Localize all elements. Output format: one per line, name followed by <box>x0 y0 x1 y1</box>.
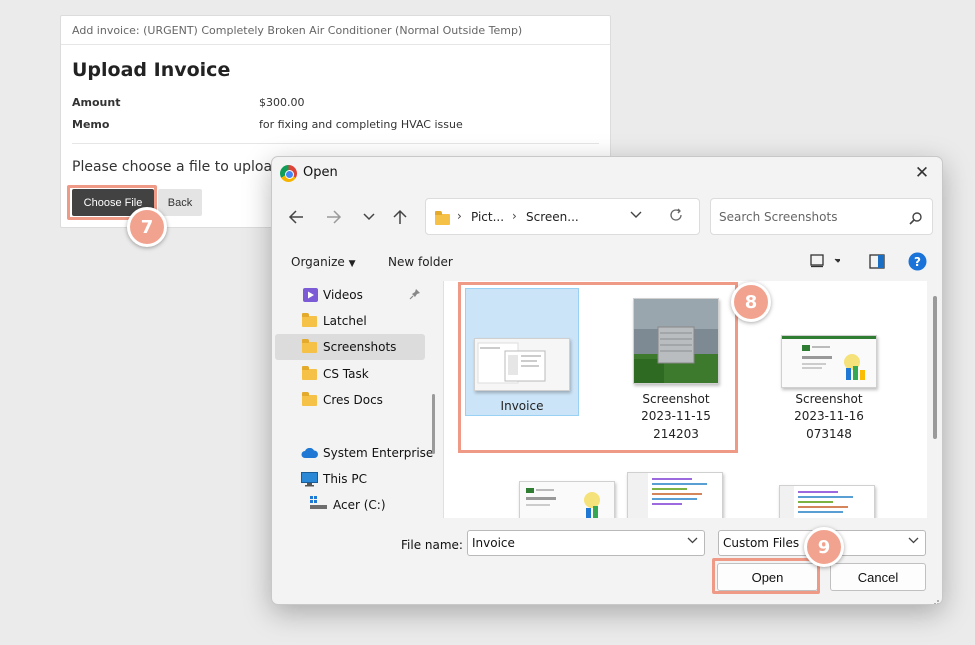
folder-icon <box>302 339 317 353</box>
chevron-down-icon[interactable] <box>687 536 698 547</box>
search-icon <box>909 210 923 225</box>
nav-item-latchel[interactable]: Latchel <box>275 308 425 334</box>
navigation-pane: Videos Latchel Screenshots CS Task Cres … <box>272 281 434 518</box>
card-header: Add invoice: (URGENT) Completely Broken … <box>61 16 610 45</box>
folder-icon <box>435 211 450 225</box>
drive-icon <box>310 496 327 513</box>
nav-item-cres-docs[interactable]: Cres Docs <box>275 387 425 413</box>
nav-item-system-enterprise[interactable]: System Enterprise <box>275 440 434 466</box>
pc-icon <box>301 472 318 490</box>
file-thumbnail <box>781 335 877 388</box>
files-highlight <box>458 282 738 453</box>
close-icon[interactable]: ✕ <box>910 161 934 185</box>
help-icon[interactable]: ? <box>908 252 927 274</box>
breadcrumb-screenshots[interactable]: Screen... <box>526 210 579 224</box>
file-name-label: File name: <box>401 538 463 552</box>
chrome-icon <box>280 165 297 182</box>
command-bar: Organize ▼ New folder ? <box>272 245 942 281</box>
nav-item-screenshots[interactable]: Screenshots <box>275 334 425 360</box>
search-input[interactable]: Search Screenshots <box>710 198 933 235</box>
back-button[interactable]: Back <box>158 189 202 216</box>
refresh-icon[interactable] <box>669 208 683 225</box>
nav-item-label: System Enterprise <box>323 446 434 460</box>
dialog-title: Open <box>303 165 338 180</box>
nav-item-videos[interactable]: Videos <box>275 282 425 308</box>
file-name-line: 2023-11-16 <box>794 409 864 423</box>
file-type-value: Custom Files <box>723 536 800 550</box>
step-badge-9: 9 <box>804 527 844 567</box>
nav-item-label: CS Task <box>323 367 369 381</box>
file-list-scrollbar[interactable] <box>933 296 937 439</box>
file-name-line: Screenshot <box>795 392 863 406</box>
nav-item-this-pc[interactable]: This PC <box>275 466 425 492</box>
nav-item-label: Videos <box>323 288 363 302</box>
back-arrow-icon[interactable] <box>285 206 307 228</box>
file-name-value: Invoice <box>472 536 515 550</box>
address-bar[interactable]: › Pict... › Screen... <box>425 198 700 235</box>
file-thumbnail[interactable] <box>627 472 723 518</box>
chevron-down-icon[interactable] <box>630 208 642 222</box>
pin-icon <box>409 288 421 303</box>
dialog-titlebar: Open ✕ <box>272 157 942 189</box>
search-placeholder: Search Screenshots <box>719 210 838 224</box>
recent-chevron-icon[interactable] <box>358 206 380 228</box>
cloud-icon <box>301 447 319 462</box>
nav-item-label: Latchel <box>323 314 367 328</box>
nav-item-label: Screenshots <box>323 340 397 354</box>
file-thumbnail[interactable] <box>519 481 615 518</box>
cancel-button[interactable]: Cancel <box>830 563 926 591</box>
nav-item-acer-c[interactable]: Acer (C:) <box>275 492 425 518</box>
amount-label: Amount <box>72 96 121 109</box>
upload-prompt: Please choose a file to upload. <box>72 159 286 175</box>
divider <box>72 143 599 144</box>
breadcrumb-pictures[interactable]: Pict... <box>471 210 504 224</box>
organize-menu[interactable]: Organize ▼ <box>291 255 356 269</box>
memo-label: Memo <box>72 118 110 131</box>
organize-label: Organize <box>291 255 345 269</box>
step-badge-8: 8 <box>731 282 771 322</box>
file-thumbnail[interactable] <box>779 485 875 518</box>
dialog-navbar: › Pict... › Screen... Search Screenshots <box>272 195 942 239</box>
chevron-right-icon: › <box>457 209 462 223</box>
folder-icon <box>302 366 317 380</box>
caret-down-icon: ▼ <box>348 259 356 269</box>
file-name-line: 073148 <box>806 427 852 441</box>
folder-icon <box>302 392 317 406</box>
page-title: Upload Invoice <box>72 59 231 81</box>
nav-item-label: Acer (C:) <box>333 498 386 512</box>
file-name-input[interactable]: Invoice <box>467 530 705 556</box>
svg-text:?: ? <box>914 255 921 269</box>
new-folder-button[interactable]: New folder <box>388 255 453 269</box>
chevron-down-icon <box>908 536 919 547</box>
nav-item-cs-task[interactable]: CS Task <box>275 361 425 387</box>
preview-pane-icon[interactable] <box>869 254 885 272</box>
nav-item-label: Cres Docs <box>323 393 383 407</box>
forward-arrow-icon[interactable] <box>323 206 345 228</box>
navigation-scrollbar[interactable] <box>432 394 435 454</box>
folder-icon <box>302 313 317 327</box>
open-button-highlight <box>712 558 820 594</box>
up-arrow-icon[interactable] <box>389 206 411 228</box>
chevron-right-icon: › <box>512 209 517 223</box>
video-icon <box>303 288 318 305</box>
dialog-footer: File name: Invoice Custom Files Open Can… <box>272 518 942 604</box>
nav-item-label: This PC <box>323 472 367 486</box>
step-badge-7: 7 <box>127 207 167 247</box>
view-options-icon[interactable] <box>810 254 842 271</box>
amount-value: $300.00 <box>259 96 305 109</box>
memo-value: for fixing and completing HVAC issue <box>259 118 463 131</box>
resize-grip-icon[interactable] <box>930 594 940 604</box>
file-item-screenshot-2023-11-16[interactable]: Screenshot 2023-11-16 073148 <box>772 291 886 441</box>
